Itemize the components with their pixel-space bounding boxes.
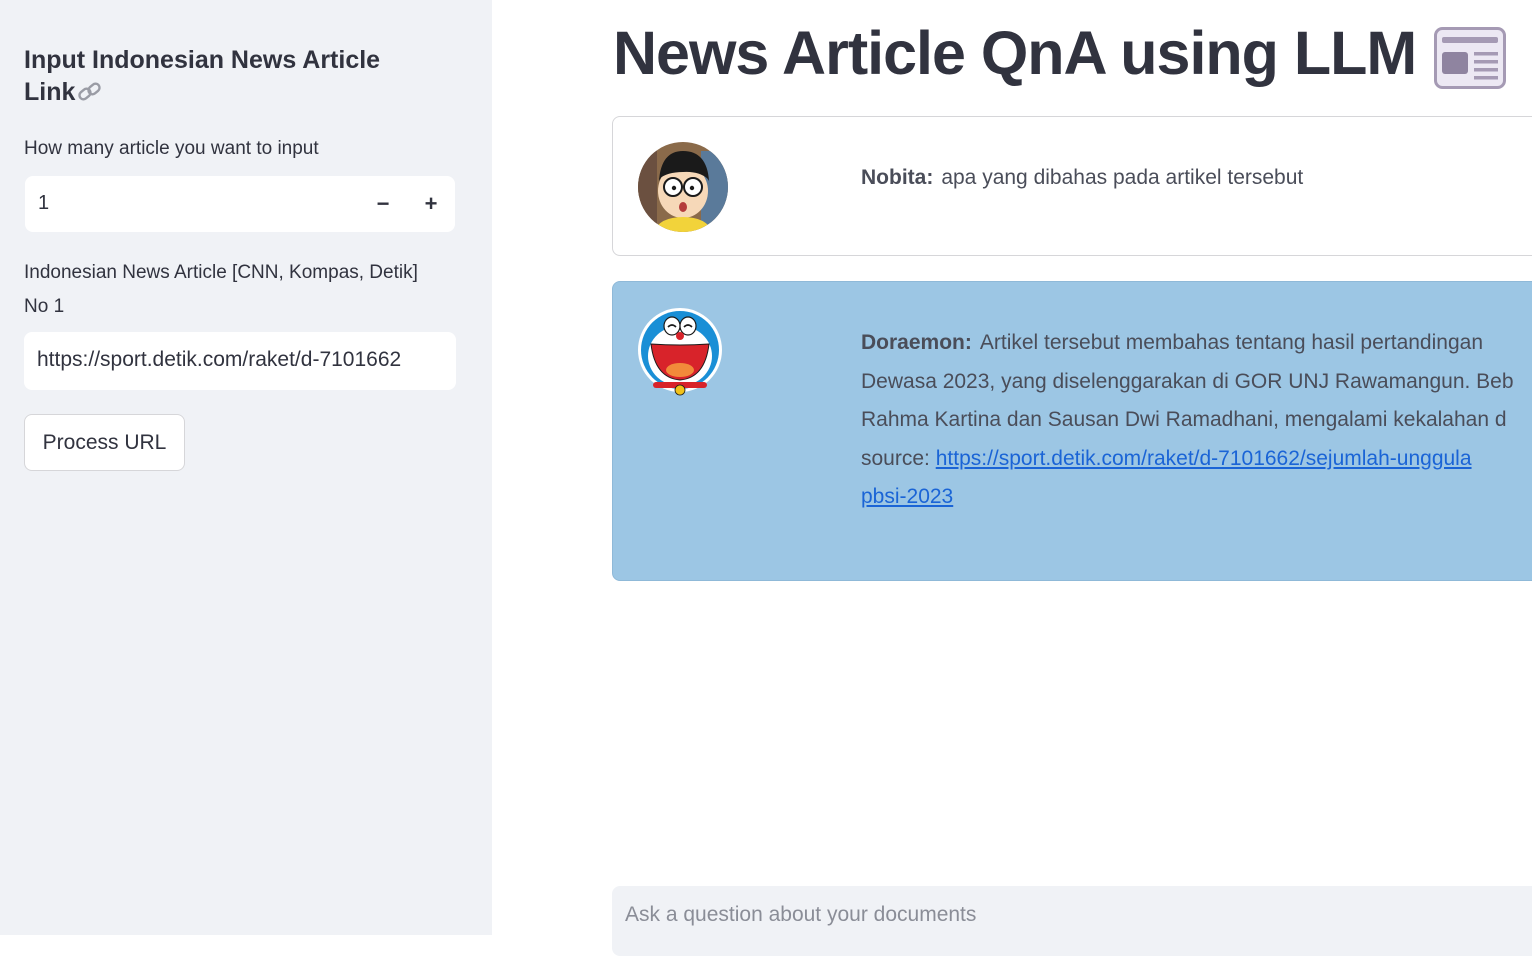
page-title: News Article QnA using LLM (613, 19, 1417, 87)
source-link[interactable]: https://sport.detik.com/raket/d-7101662/… (936, 447, 1472, 470)
user-message-line: apa yang dibahas pada artikel tersebut (941, 166, 1304, 189)
assistant-speaker-label: Doraemon: (861, 331, 972, 354)
article-source-label: Indonesian News Article [CNN, Kompas, De… (24, 262, 418, 283)
article-url-value[interactable]: https://sport.detik.com/raket/d-7101662 (37, 348, 401, 372)
sidebar-title: Input Indonesian News Article Link (24, 44, 404, 112)
article-count-value[interactable]: 1 (38, 192, 49, 215)
user-message-text: Nobita: apa yang dibahas pada artikel ter… (861, 159, 1532, 198)
article-count-label: How many article you want to input (24, 138, 319, 159)
decrement-button[interactable]: − (363, 184, 403, 224)
assistant-message-line: Rahma Kartina dan Sausan Dwi Ramadhani, … (861, 408, 1507, 431)
assistant-message: Doraemon: Artikel tersebut membahas tenta… (612, 281, 1532, 581)
doraemon-avatar (637, 306, 723, 403)
article-url-input[interactable]: https://sport.detik.com/raket/d-7101662 (24, 332, 456, 390)
link-icon (77, 80, 103, 112)
article-number-label: No 1 (24, 296, 65, 317)
increment-button[interactable]: + (411, 184, 451, 224)
sidebar: Input Indonesian News Article Link How m… (0, 0, 492, 935)
chat-input-placeholder[interactable]: Ask a question about your documents (625, 903, 976, 927)
chat-input[interactable]: Ask a question about your documents (612, 886, 1532, 956)
article-count-input[interactable]: 1 − + (25, 176, 455, 232)
assistant-message-line: Dewasa 2023, yang diselenggarakan di GOR… (861, 369, 1514, 393)
source-link-continued[interactable]: pbsi-2023 (861, 485, 953, 508)
assistant-message-text: Doraemon: Artikel tersebut membahas tenta… (861, 324, 1532, 517)
assistant-message-line: Artikel tersebut membahas tentang hasil … (979, 331, 1483, 354)
source-label: source: (861, 446, 930, 470)
user-speaker-label: Nobita: (861, 166, 934, 189)
user-message: Nobita: apa yang dibahas pada artikel ter… (612, 116, 1532, 256)
nobita-avatar (637, 141, 729, 238)
newspaper-icon (1434, 27, 1506, 94)
source-line-2: pbsi-2023 (861, 478, 1532, 517)
assistant-line-1: Doraemon: Artikel tersebut membahas tenta… (861, 324, 1532, 363)
source-line: source: https://sport.detik.com/raket/d-… (861, 440, 1532, 479)
process-url-button[interactable]: Process URL (24, 414, 185, 471)
